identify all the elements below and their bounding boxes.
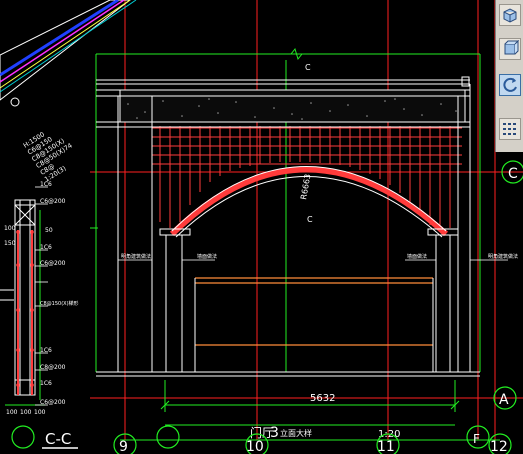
axis-label-9: 9 [119, 439, 128, 454]
cylinder-view-button[interactable] [499, 38, 521, 60]
section-marker-circle [11, 425, 35, 449]
rebar-label-3: C6@200 [40, 260, 66, 267]
view-toolbar [495, 0, 523, 152]
rebar-label-1: C6@200 [40, 198, 66, 205]
inset-cyan-line [0, 0, 137, 93]
inset-detail: H:1500 C6@150 C8@150(X) C8@50(X)74 C8@ 1… [0, 0, 137, 184]
rebar-label-4: C8@150(X)梯形 [40, 300, 79, 307]
rebar-label-8: C6@200 [40, 399, 66, 406]
beam-band [119, 89, 466, 123]
callout-left-0: 明角建筑做法 [121, 253, 151, 260]
callout-right-1: 明角建筑做法 [488, 253, 518, 260]
rebar-label-6: C8@200 [40, 364, 66, 371]
break-label-mid: C [307, 215, 313, 224]
inset-blue-band [0, 0, 119, 77]
box-view-button[interactable] [499, 4, 521, 26]
callout-right-0: 墙面做法 [407, 253, 427, 260]
bottom-dim-1: 100 [20, 409, 32, 416]
side-dim-0: 100 [4, 225, 16, 232]
section-label: C-C [45, 430, 71, 448]
title-suffix: 立面大样 [280, 428, 312, 438]
bottom-dim-0: 100 [6, 409, 18, 416]
rebar-label-5: 1C6 [40, 347, 52, 354]
grid-icon [503, 123, 516, 135]
axis-label-C: C [508, 166, 518, 182]
cylinder-icon [504, 40, 519, 55]
axis-label-11: 11 [377, 439, 395, 454]
rotate-icon [503, 77, 517, 92]
radius-label: R6663 [299, 173, 312, 200]
axis-label-F: F [473, 432, 480, 446]
orbit-button[interactable] [499, 74, 521, 96]
section-cc: 1C6 C6@200 1C6 C6@200 C8@150(X)梯形 1C6 C8… [0, 181, 79, 449]
rebar-label-2: 1C6 [40, 244, 52, 251]
axis-label-10: 10 [246, 439, 264, 454]
elevation-outline [96, 76, 480, 377]
rebar-label-0: 1C6 [40, 181, 52, 188]
inset-frame [0, 0, 131, 101]
box-icon [503, 8, 517, 23]
axis-label-A: A [499, 392, 509, 408]
bench-rails [195, 277, 433, 346]
side-dim-1: 50 [45, 227, 53, 234]
break-label-top: C [305, 63, 311, 72]
callout-left-1: 墙面做法 [197, 253, 217, 260]
inset-text: H:1500 C6@150 C8@150(X) C8@50(X)74 C8@ 1… [22, 130, 74, 183]
side-dim-2: 150 [4, 240, 16, 247]
cap-end-right [461, 76, 470, 87]
bottom-dim-2: 100 [34, 409, 46, 416]
bench-posts [194, 278, 434, 372]
axis-bubble-blank [156, 425, 180, 449]
rebar-label-7: 1C6 [40, 380, 52, 387]
inset-yellow-line [0, 0, 131, 89]
inset-node [10, 97, 20, 107]
axis-bubbles [113, 160, 523, 454]
cad-drawing-canvas[interactable]: H:1500 C6@150 C8@150(X) C8@50(X)74 C8@ 1… [0, 0, 523, 454]
axis-label-12: 12 [490, 439, 508, 454]
grid-view-button[interactable] [499, 118, 521, 140]
inset-magenta-line [0, 0, 125, 83]
title-number: 3 [270, 425, 279, 441]
dimension-width-label: 5632 [310, 393, 335, 404]
